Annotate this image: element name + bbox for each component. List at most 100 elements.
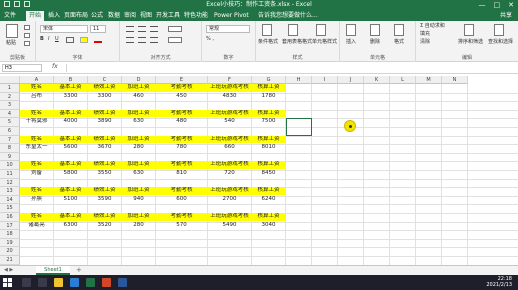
- value-cell[interactable]: 630: [122, 170, 155, 178]
- value-cell[interactable]: 5490: [208, 222, 251, 230]
- tab-special[interactable]: 特色功能: [184, 11, 208, 21]
- name-cell[interactable]: 刘备: [20, 170, 53, 178]
- tab-review[interactable]: 审阅: [124, 11, 136, 21]
- column-header-e[interactable]: E: [156, 76, 208, 84]
- value-cell[interactable]: 6300: [54, 222, 87, 230]
- word-taskbar-icon[interactable]: [118, 278, 127, 287]
- header-cell[interactable]: 上班玩游戏考核: [208, 84, 251, 92]
- value-cell[interactable]: 3040: [252, 222, 285, 230]
- header-cell[interactable]: 基本工资: [54, 213, 87, 221]
- row-header-13[interactable]: 13: [0, 187, 20, 196]
- row-header-15[interactable]: 15: [0, 204, 20, 213]
- name-cell[interactable]: 东皇太一: [20, 144, 53, 152]
- copy-icon[interactable]: [24, 33, 30, 38]
- header-cell[interactable]: 基本工资: [54, 135, 87, 144]
- row-header-5[interactable]: 5: [0, 118, 20, 127]
- cut-icon[interactable]: [24, 25, 30, 30]
- value-cell[interactable]: 280: [122, 144, 155, 152]
- name-cell[interactable]: 干将莫邪: [20, 118, 53, 126]
- value-cell[interactable]: 4830: [208, 93, 251, 101]
- find-select-icon[interactable]: [494, 24, 504, 36]
- sort-filter-label[interactable]: 排序和筛选: [458, 39, 483, 46]
- value-cell[interactable]: 660: [208, 144, 251, 152]
- value-cell[interactable]: 8010: [252, 144, 285, 152]
- header-cell[interactable]: 姓名: [20, 135, 53, 144]
- format-as-table-label[interactable]: 套用表格格式: [282, 39, 312, 46]
- insert-function-icon[interactable]: fx: [52, 63, 58, 70]
- font-name-select[interactable]: 宋体: [40, 25, 88, 33]
- row-header-1[interactable]: 1: [0, 84, 20, 93]
- row-header-11[interactable]: 11: [0, 170, 20, 179]
- wrap-text-icon[interactable]: [168, 26, 182, 32]
- cell-styles-icon[interactable]: [316, 24, 326, 36]
- excel-taskbar-icon[interactable]: [86, 278, 95, 287]
- align-bottom-icon[interactable]: [150, 26, 158, 32]
- header-cell[interactable]: 基本工资: [54, 187, 87, 195]
- row-header-4[interactable]: 4: [0, 109, 20, 119]
- row-header-16[interactable]: 16: [0, 213, 20, 222]
- value-cell[interactable]: 5100: [54, 196, 87, 204]
- tab-file[interactable]: 文件: [4, 11, 16, 21]
- column-header-f[interactable]: F: [208, 76, 252, 84]
- font-size-select[interactable]: 11: [90, 25, 106, 33]
- row-header-21[interactable]: 21: [0, 256, 20, 265]
- name-cell[interactable]: 孙膑: [20, 196, 53, 204]
- value-cell[interactable]: 280: [122, 222, 155, 230]
- value-cell[interactable]: 630: [122, 118, 155, 126]
- delete-cells-label[interactable]: 删除: [370, 39, 380, 46]
- header-cell[interactable]: 核算工资: [252, 109, 285, 118]
- header-cell[interactable]: 上班玩游戏考核: [208, 135, 251, 144]
- value-cell[interactable]: 2700: [208, 196, 251, 204]
- tab-home[interactable]: 开始: [26, 11, 45, 21]
- header-cell[interactable]: 姓名: [20, 161, 53, 169]
- format-cells-icon[interactable]: [394, 24, 404, 36]
- value-cell[interactable]: 3670: [88, 144, 121, 152]
- name-cell[interactable]: 诸葛亮: [20, 222, 53, 230]
- value-cell[interactable]: 7500: [252, 118, 285, 126]
- conditional-format-icon[interactable]: [262, 24, 272, 36]
- fill-button[interactable]: 填充: [420, 31, 430, 38]
- system-clock[interactable]: 22:18 2021/2/13: [486, 276, 512, 288]
- italic-icon[interactable]: I: [48, 36, 49, 43]
- select-all-corner[interactable]: [0, 76, 20, 84]
- bold-icon[interactable]: B: [40, 36, 44, 43]
- value-cell[interactable]: 450: [156, 93, 207, 101]
- value-cell[interactable]: 3300: [88, 93, 121, 101]
- value-cell[interactable]: 780: [156, 144, 207, 152]
- worksheet-grid[interactable]: ABCDEFGHIJKLMN 1 2 3 4 5 6 7 8 9 10 11 12 13 14 15 16 17…: [0, 76, 518, 265]
- maximize-button[interactable]: □: [494, 0, 501, 10]
- header-cell[interactable]: 核算工资: [252, 187, 285, 195]
- tab-power-pivot[interactable]: Power Pivot: [214, 11, 249, 21]
- header-cell[interactable]: 基本工资: [54, 109, 87, 118]
- tell-me-search[interactable]: 告诉我您想要做什么...: [258, 11, 318, 21]
- row-header-9[interactable]: 9: [0, 152, 20, 162]
- header-cell[interactable]: 核算工资: [252, 135, 285, 144]
- formula-input[interactable]: [66, 64, 514, 72]
- header-cell[interactable]: 上班玩游戏考核: [208, 109, 251, 118]
- task-view-icon[interactable]: [38, 278, 47, 287]
- header-cell[interactable]: 上班玩游戏考核: [208, 161, 251, 169]
- search-icon[interactable]: [22, 278, 31, 287]
- value-cell[interactable]: 720: [208, 170, 251, 178]
- header-cell[interactable]: 加班工资: [122, 109, 155, 118]
- sheet-nav-arrows-icon[interactable]: ◀ ▶: [4, 267, 13, 273]
- tab-view[interactable]: 视图: [140, 11, 152, 21]
- header-cell[interactable]: 绩效工资: [88, 213, 121, 221]
- paste-icon[interactable]: [6, 24, 18, 38]
- header-cell[interactable]: 姓名: [20, 213, 53, 221]
- header-cell[interactable]: 加班工资: [122, 84, 155, 92]
- format-as-table-icon[interactable]: [288, 24, 298, 36]
- row-header-19[interactable]: 19: [0, 238, 20, 248]
- header-cell[interactable]: 考勤考核: [156, 84, 207, 92]
- row-header-8[interactable]: 8: [0, 144, 20, 153]
- header-cell[interactable]: 基本工资: [54, 84, 87, 92]
- row-header-3[interactable]: 3: [0, 101, 20, 110]
- insert-cells-label[interactable]: 插入: [346, 39, 356, 46]
- tab-page-layout[interactable]: 页面布局: [64, 11, 88, 21]
- header-cell[interactable]: 绩效工资: [88, 84, 121, 92]
- name-cell[interactable]: 吕布: [20, 93, 53, 101]
- align-left-icon[interactable]: [126, 37, 134, 43]
- row-header-20[interactable]: 20: [0, 247, 20, 256]
- value-cell[interactable]: 5600: [54, 144, 87, 152]
- fill-color-icon[interactable]: [80, 37, 88, 43]
